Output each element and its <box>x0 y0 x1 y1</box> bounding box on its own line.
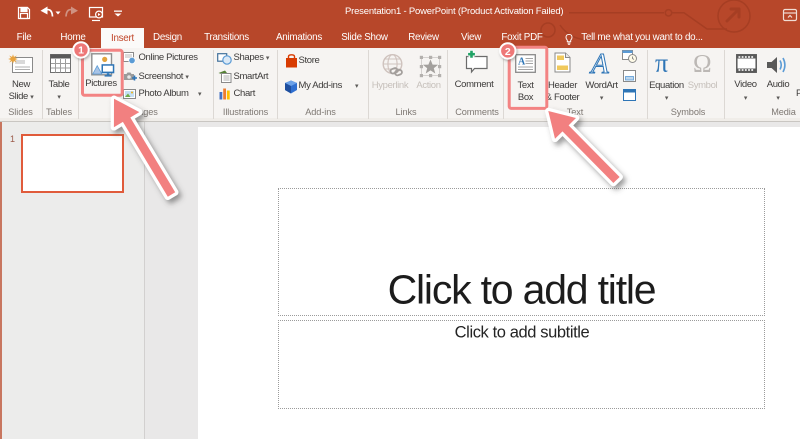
svg-text:Ω: Ω <box>693 51 712 76</box>
svg-text:A: A <box>518 57 526 68</box>
svg-text:π: π <box>655 50 668 75</box>
svg-text:A: A <box>589 50 609 76</box>
